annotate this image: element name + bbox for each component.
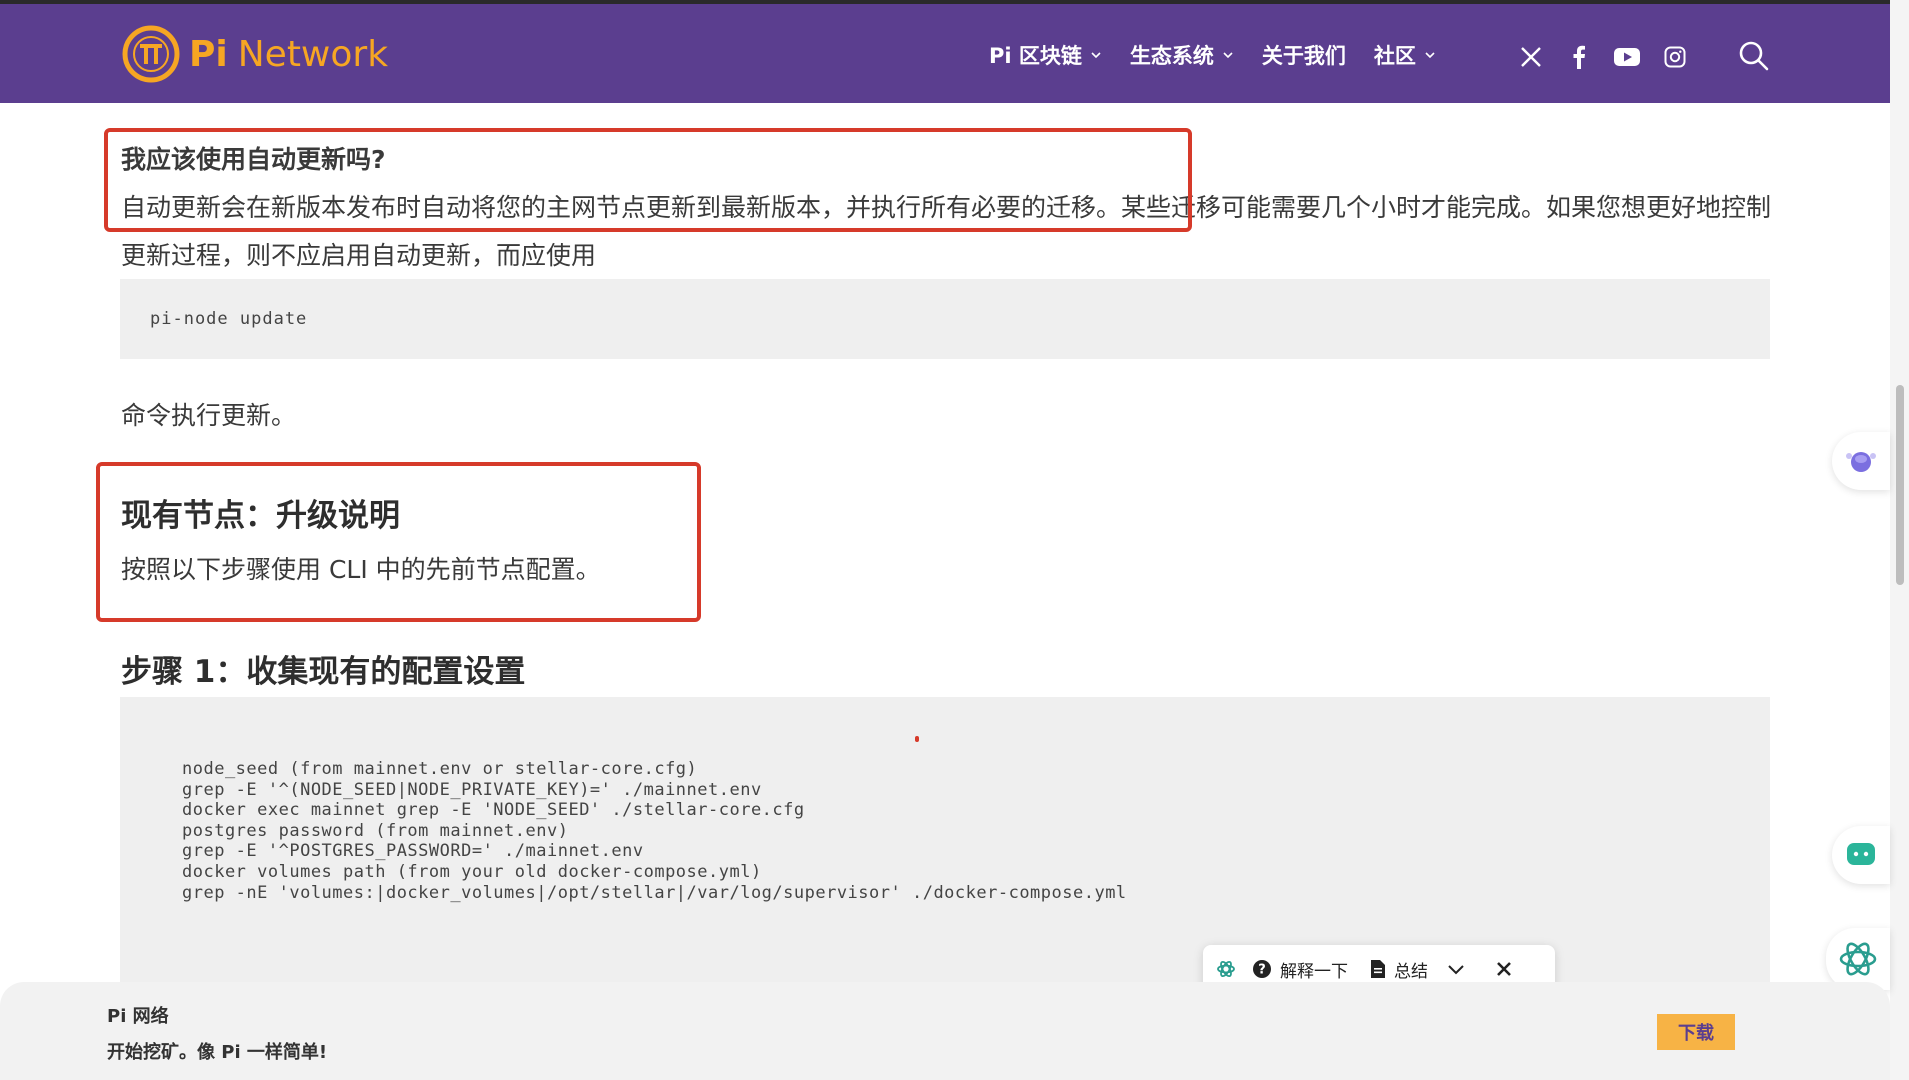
toolbar-close-button[interactable] — [1496, 961, 1512, 977]
nav-item-community[interactable]: 社区 — [1374, 40, 1436, 70]
document-icon — [1371, 960, 1385, 978]
chat-button[interactable] — [1832, 826, 1890, 884]
instagram-icon[interactable] — [1660, 42, 1690, 72]
nav-item-ecosystem[interactable]: 生态系统 — [1130, 40, 1234, 70]
nav-label: 关于我们 — [1261, 44, 1346, 68]
summary-label: 总结 — [1394, 961, 1428, 982]
search-icon[interactable] — [1738, 40, 1770, 72]
openai-icon — [1839, 942, 1877, 976]
scrollbar-thumb[interactable] — [1896, 385, 1904, 585]
explain-button[interactable]: ? 解释一下 — [1252, 957, 1348, 982]
main-nav: Pi 区块链 生态系统 关于我们 社区 — [989, 40, 1464, 70]
code-line: grep -E '^(NODE_SEED|NODE_PRIVATE_KEY)='… — [182, 779, 762, 800]
explain-label: 解释一下 — [1280, 961, 1348, 982]
command-text: 命令执行更新。 — [121, 401, 297, 430]
toolbar-expand-button[interactable] — [1446, 959, 1466, 979]
code-line: docker volumes path (from your old docke… — [182, 861, 762, 882]
pi-network-logo[interactable]: Pi Network — [121, 24, 388, 84]
highlight-box-auto-update — [104, 128, 1192, 232]
summary-button[interactable]: 总结 — [1370, 957, 1428, 982]
nav-label: Pi 区块链 — [989, 44, 1082, 68]
chevron-down-icon — [1425, 52, 1435, 59]
download-button[interactable]: 下载 — [1657, 1014, 1735, 1050]
ai-toolbar-logo[interactable] — [1216, 959, 1236, 979]
step-title: 步骤 1：收集现有的配置设置 — [121, 654, 526, 690]
youtube-icon[interactable] — [1612, 42, 1642, 72]
svg-text:?: ? — [1258, 963, 1266, 978]
nav-label: 生态系统 — [1129, 44, 1214, 68]
chevron-down-icon — [1223, 52, 1233, 59]
code-line: node_seed (from mainnet.env or stellar-c… — [182, 759, 698, 779]
logo-pi-text: Pi — [189, 33, 228, 75]
nav-item-pi-blockchain[interactable]: Pi 区块链 — [989, 40, 1102, 70]
chevron-down-icon — [1091, 52, 1101, 59]
logo-network-text: Network — [237, 33, 389, 75]
code-line: postgres password (from mainnet.env) — [182, 820, 569, 841]
annotation-dot — [915, 736, 919, 742]
app-download-banner: Pi 网络 开始挖矿。像 Pi 一样简单! 下载 — [0, 982, 1890, 1080]
banner-title: Pi 网络 — [107, 1006, 169, 1027]
nav-label: 社区 — [1373, 44, 1416, 68]
question-icon: ? — [1253, 960, 1271, 978]
highlight-box-upgrade — [96, 462, 701, 622]
close-icon — [1497, 962, 1511, 976]
nav-item-about-us[interactable]: 关于我们 — [1262, 40, 1346, 70]
openai-icon — [1217, 960, 1235, 978]
code-line: docker exec mainnet grep -E 'NODE_SEED' … — [182, 800, 805, 821]
ai-assistant-button[interactable] — [1826, 928, 1890, 990]
chat-icon — [1847, 843, 1875, 865]
code-block-update: pi-node update — [120, 279, 1770, 359]
chevron-down-icon — [1448, 965, 1464, 975]
facebook-icon[interactable] — [1564, 42, 1594, 72]
pi-logo-icon — [122, 25, 180, 83]
site-header: Pi Network Pi 区块链 生态系统 关于我们 社区 — [0, 4, 1890, 103]
social-links — [1516, 42, 1708, 72]
code-line: grep -nE 'volumes:|docker_volumes|/opt/s… — [182, 882, 1127, 903]
x-icon[interactable] — [1516, 42, 1546, 72]
banner-subtitle: 开始挖矿。像 Pi 一样简单! — [107, 1042, 328, 1063]
assistant-bot-button[interactable] — [1832, 432, 1890, 490]
code-line: grep -E '^POSTGRES_PASSWORD=' ./mainnet.… — [182, 841, 644, 862]
bot-icon — [1846, 452, 1876, 472]
